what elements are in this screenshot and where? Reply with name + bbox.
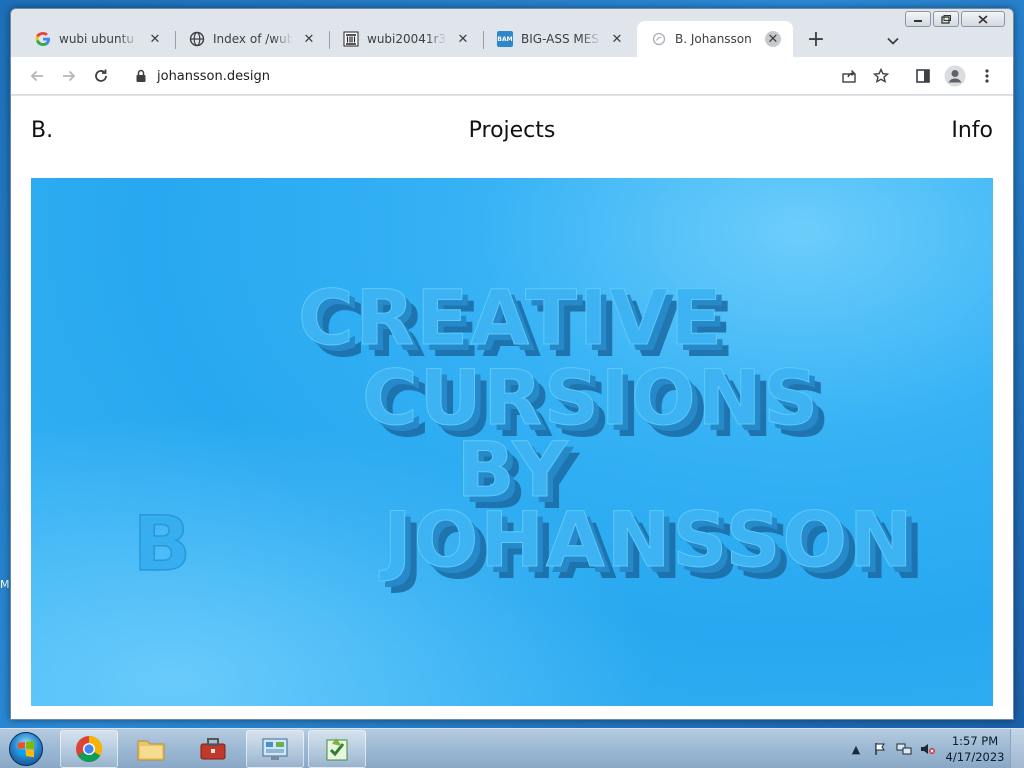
share-icon: [842, 70, 856, 83]
show-hidden-icons-button[interactable]: ▲: [848, 741, 864, 757]
hero-line4-left: B: [133, 499, 193, 588]
side-panel-icon: [916, 69, 930, 83]
reload-icon: [95, 69, 107, 82]
menu-button[interactable]: [973, 62, 1001, 90]
tab-big-ass-message[interactable]: BAM BIG-ASS MESSAGE ✕: [483, 21, 637, 57]
minimize-icon: [914, 20, 922, 22]
title-bar: wubi ubuntu archive ✕ Index of /wubi/mis…: [11, 9, 1013, 57]
address-bar[interactable]: johansson.design: [123, 61, 867, 91]
hero-line2: CURSIONS: [362, 353, 820, 442]
tab-b-johansson[interactable]: B. Johansson ✕: [637, 21, 793, 57]
forward-button[interactable]: [55, 62, 83, 90]
nav-projects-link[interactable]: Projects: [469, 118, 556, 143]
taskbar-explorer[interactable]: [122, 730, 180, 768]
globe-icon: [189, 31, 205, 47]
taskbar: ▲ 1:57 PM 4/17/2023: [0, 728, 1024, 768]
checklist-icon: [326, 738, 348, 761]
system-tray: ▲ 1:57 PM 4/17/2023: [844, 729, 1024, 768]
avatar-icon: [944, 65, 966, 87]
minimize-button[interactable]: [905, 11, 931, 27]
taskbar-clock[interactable]: 1:57 PM 4/17/2023: [940, 733, 1010, 765]
bookmark-button[interactable]: [867, 62, 895, 90]
tab-google-search[interactable]: wubi ubuntu archive ✕: [21, 21, 175, 57]
start-button[interactable]: [4, 729, 48, 768]
taskbar-control-panel[interactable]: [246, 730, 304, 768]
window-controls: [905, 11, 1005, 27]
tab-close-button[interactable]: ✕: [609, 31, 625, 47]
desktop-edge-label: M: [0, 578, 10, 591]
tab-search-button[interactable]: [881, 29, 905, 53]
page-viewport: B. Projects Info CREATIVE CURSIONS BY JO…: [11, 96, 1013, 719]
tab-close-button[interactable]: ✕: [301, 31, 317, 47]
hero-artwork: CREATIVE CURSIONS BY JOHANSSON CREATIVE …: [31, 178, 993, 706]
tab-title: BIG-ASS MESSAGE: [521, 32, 601, 46]
blank-page-icon: [651, 31, 667, 47]
network-icon[interactable]: [896, 741, 912, 757]
tab-archive-org[interactable]: wubi20041r342 : Free ✕: [329, 21, 483, 57]
taskbar-task-app[interactable]: [308, 730, 366, 768]
restore-icon: [941, 14, 951, 24]
reload-button[interactable]: [87, 62, 115, 90]
hero-line1: CREATIVE: [298, 273, 724, 362]
tab-close-button[interactable]: ✕: [455, 31, 471, 47]
tab-title: B. Johansson: [675, 32, 752, 46]
share-button[interactable]: [835, 62, 863, 90]
browser-window: wubi ubuntu archive ✕ Index of /wubi/mis…: [10, 8, 1014, 720]
browser-toolbar: johansson.design: [11, 57, 1013, 95]
hero-banner: CREATIVE CURSIONS BY JOHANSSON CREATIVE …: [31, 178, 993, 706]
star-icon: [873, 68, 889, 83]
arrow-right-icon: [63, 70, 76, 82]
bam-icon: BAM: [497, 31, 513, 47]
tab-title: Index of /wubi/misc: [213, 32, 293, 46]
clock-time: 1:57 PM: [951, 734, 999, 748]
nav-info-link[interactable]: Info: [951, 118, 993, 143]
archive-icon: [343, 31, 359, 47]
close-window-button[interactable]: [961, 11, 1005, 27]
side-panel-button[interactable]: [909, 62, 937, 90]
new-tab-button[interactable]: +: [801, 24, 831, 54]
tab-strip: wubi ubuntu archive ✕ Index of /wubi/mis…: [21, 21, 831, 57]
url-text: johansson.design: [157, 68, 271, 84]
folder-icon: [137, 740, 165, 761]
hero-line4-right: JOHANSSON: [378, 495, 914, 584]
action-center-flag-icon[interactable]: [872, 741, 888, 757]
chevron-down-icon: [887, 37, 899, 45]
show-desktop-button[interactable]: [1010, 729, 1024, 768]
back-button[interactable]: [23, 62, 51, 90]
tab-title: wubi ubuntu archive: [59, 32, 139, 46]
maximize-button[interactable]: [933, 11, 959, 27]
google-icon: [35, 31, 51, 47]
taskbar-chrome[interactable]: [60, 730, 118, 768]
toolbox-icon: [200, 738, 226, 760]
lock-icon: [136, 69, 146, 82]
site-logo-link[interactable]: B.: [31, 118, 53, 143]
tab-close-button[interactable]: ✕: [765, 31, 781, 47]
arrow-left-icon: [30, 70, 43, 82]
profile-button[interactable]: [941, 62, 969, 90]
chrome-icon: [76, 735, 103, 763]
control-panel-icon: [262, 738, 288, 760]
clock-date: 4/17/2023: [945, 750, 1005, 764]
close-icon: [978, 14, 988, 24]
tab-title: wubi20041r342 : Free: [367, 32, 447, 46]
tab-close-button[interactable]: ✕: [147, 31, 163, 47]
kebab-menu-icon: [985, 69, 989, 83]
taskbar-toolbox[interactable]: [184, 730, 242, 768]
tab-index-of-wubi[interactable]: Index of /wubi/misc ✕: [175, 21, 329, 57]
site-header: B. Projects Info: [31, 118, 993, 146]
windows-logo-icon: [9, 732, 43, 766]
volume-muted-icon[interactable]: [920, 741, 936, 757]
